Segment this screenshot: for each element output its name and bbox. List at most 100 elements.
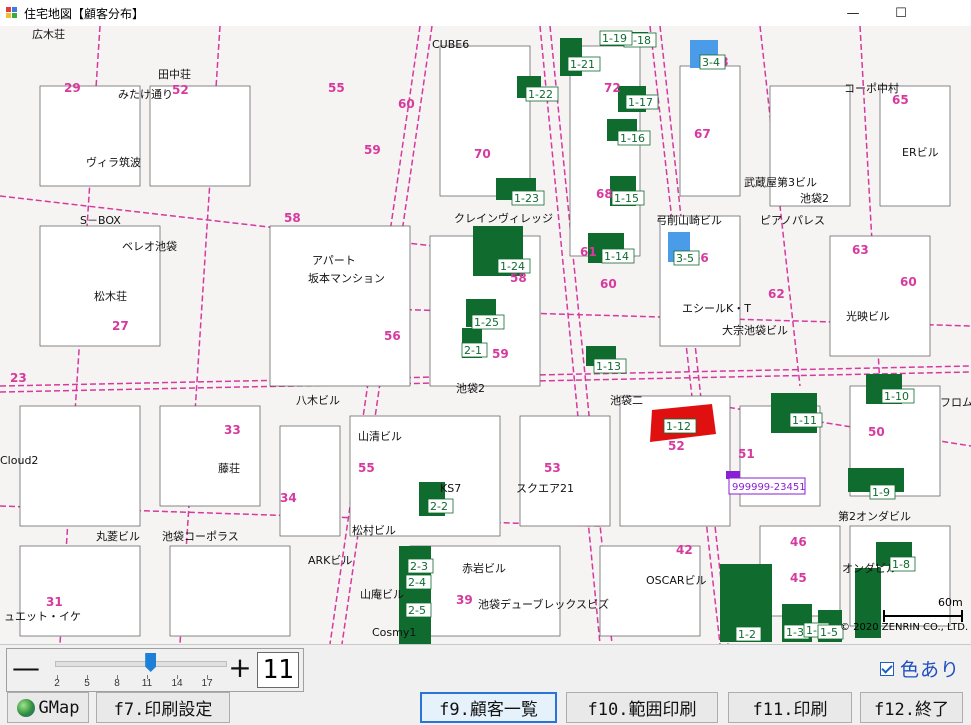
- block-number: 59: [364, 143, 381, 157]
- customer-label[interactable]: 2-1: [464, 344, 482, 357]
- map-place-label: Cloud2: [0, 454, 38, 467]
- map-place-label: 池袋2: [800, 191, 829, 205]
- customer-label[interactable]: 2-2: [430, 500, 448, 513]
- customer-label[interactable]: 1-25: [474, 316, 499, 329]
- customer-label[interactable]: 1-19: [602, 32, 627, 45]
- customer-label[interactable]: 1-24: [500, 260, 525, 273]
- map-place-label: 大宗池袋ビル: [722, 323, 788, 337]
- block-number: 62: [768, 287, 785, 301]
- map-view[interactable]: 広木荘 田中荘 みたけ通り ヴィラ筑波 S－BOX ベレオ池袋 松木荘 アパート 坂本マンション…: [0, 26, 971, 645]
- zoom-tick-label: 5: [84, 678, 90, 689]
- map-place-label: 山清ビル: [358, 430, 402, 443]
- customer-label[interactable]: 2-3: [410, 560, 428, 573]
- map-place-label: Cosmy1: [372, 626, 416, 639]
- print-button[interactable]: f11.印刷: [728, 692, 852, 723]
- map-place-label: 池袋デューブレックスビズ: [478, 597, 609, 611]
- map-place-label: 八木ビル: [296, 394, 340, 407]
- map-place-label: ERビル: [902, 146, 939, 159]
- color-toggle[interactable]: 色あり: [880, 655, 960, 682]
- customer-label[interactable]: 1-3: [786, 626, 804, 639]
- block-number: 29: [64, 81, 81, 95]
- color-checkbox[interactable]: [880, 661, 894, 676]
- block-number: 53: [544, 461, 561, 475]
- map-place-label: 藤荘: [218, 462, 240, 475]
- block-number: 46: [790, 535, 807, 549]
- scale-label: 60m: [938, 596, 963, 609]
- buildings: [19, 45, 951, 637]
- map-place-label: オンダビル: [842, 561, 897, 575]
- customer-label[interactable]: 2-5: [408, 604, 426, 617]
- map-place-label: フロム: [940, 396, 971, 409]
- zoom-tick-label: 8: [114, 678, 120, 689]
- map-place-label: KS7: [440, 482, 461, 495]
- block-number: 45: [790, 571, 807, 585]
- print-settings-button[interactable]: f7.印刷設定: [96, 692, 230, 723]
- customer-list-button[interactable]: f9.顧客一覧: [420, 692, 557, 723]
- block-number: 50: [868, 425, 885, 439]
- map-place-label: クレインヴィレッジ: [454, 211, 553, 225]
- customer-label[interactable]: 1-15: [614, 192, 639, 205]
- zoom-in-button[interactable]: +: [225, 653, 255, 685]
- block-number: 31: [46, 595, 63, 609]
- map-place-label: 松木荘: [94, 289, 127, 303]
- block-number: 33: [224, 423, 241, 437]
- block-number: 59: [492, 347, 509, 361]
- exit-button[interactable]: f12.終了: [860, 692, 963, 723]
- title-bar: 住宅地図【顧客分布】 — ☐: [0, 0, 971, 26]
- customer-label[interactable]: 1-12: [666, 420, 691, 433]
- map-place-label: 弓削山崎ビル: [656, 213, 722, 227]
- customer-label[interactable]: 1-13: [596, 360, 621, 373]
- block-number: 61: [580, 245, 597, 259]
- customer-label[interactable]: 1-5: [820, 626, 838, 639]
- map-place-label: コーポ中村: [844, 81, 899, 95]
- map-place-label: スクエア21: [516, 482, 574, 495]
- block-number: 58: [284, 211, 301, 225]
- customer-label[interactable]: 1-8: [892, 558, 910, 571]
- block-number: 70: [474, 147, 491, 161]
- map-place-label: 松村ビル: [352, 523, 396, 537]
- customer-label[interactable]: 1-10: [884, 390, 909, 403]
- map-place-label: ヴィラ筑波: [86, 155, 141, 169]
- map-place-label: ピアノパレス: [760, 214, 825, 227]
- map-place-label: みたけ通り: [118, 88, 173, 101]
- customer-label[interactable]: 1-22: [528, 88, 553, 101]
- block-number: 23: [10, 371, 27, 385]
- customer-label[interactable]: 1-2: [738, 628, 756, 641]
- customer-label[interactable]: 1-16: [620, 132, 645, 145]
- customer-label[interactable]: 3-5: [676, 252, 694, 265]
- map-canvas[interactable]: 広木荘田中荘みたけ通りヴィラ筑波 S－BOXベレオ池袋松木荘 アパート坂本マンション…: [0, 26, 971, 644]
- block-number: 60: [600, 277, 617, 291]
- zoom-level-input[interactable]: 11: [257, 652, 299, 688]
- map-place-label: 田中荘: [158, 68, 191, 81]
- selected-customer-label[interactable]: 999999-23451: [732, 482, 806, 493]
- customer-label[interactable]: 1-9: [872, 486, 890, 499]
- maximize-button[interactable]: ☐: [878, 0, 924, 26]
- map-place-label: 第2オンダビル: [838, 509, 911, 523]
- customer-label[interactable]: 1-21: [570, 58, 595, 71]
- zoom-panel: — 2 5 8 11 14 17 + 11: [6, 648, 304, 692]
- copyright-text: © 2020 ZENRIN CO., LTD.: [840, 622, 968, 633]
- map-place-label: 山庵ビル: [360, 587, 404, 601]
- customer-label[interactable]: 3-4: [702, 56, 720, 69]
- map-place-label: ュエット・イケ: [4, 610, 81, 623]
- zoom-tick-label: 2: [54, 678, 60, 689]
- customer-label[interactable]: 1-14: [604, 250, 629, 263]
- zoom-out-button[interactable]: —: [11, 653, 41, 685]
- customer-label[interactable]: 1-11: [792, 414, 817, 427]
- range-print-button[interactable]: f10.範囲印刷: [566, 692, 718, 723]
- minimize-button[interactable]: —: [830, 0, 876, 26]
- map-place-label: ベレオ池袋: [122, 239, 177, 253]
- customer-label[interactable]: 1-17: [628, 96, 653, 109]
- map-place-label: アパート: [312, 254, 356, 267]
- zoom-slider-track[interactable]: [55, 661, 227, 667]
- block-number: 65: [892, 93, 909, 107]
- zoom-slider-thumb[interactable]: [145, 653, 157, 672]
- map-place-label: CUBE6: [432, 38, 469, 51]
- customer-label[interactable]: 2-4: [408, 576, 426, 589]
- block-number: 60: [900, 275, 917, 289]
- block-number: 56: [384, 329, 401, 343]
- gmap-button[interactable]: GMap: [7, 692, 89, 723]
- customer-label[interactable]: 1-23: [514, 192, 539, 205]
- app-icon: [6, 7, 18, 19]
- map-place-label: OSCARビル: [646, 574, 707, 587]
